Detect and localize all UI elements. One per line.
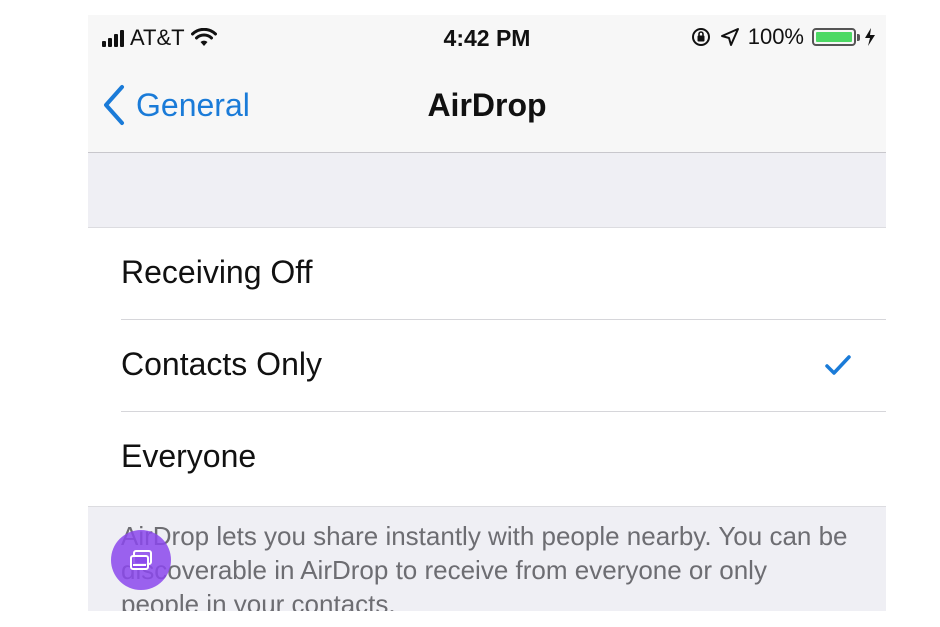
location-arrow-icon (720, 28, 739, 46)
charging-bolt-icon (865, 28, 875, 46)
battery-percent: 100% (747, 24, 804, 49)
option-label: Receiving Off (121, 254, 313, 290)
phone-screen: AT&T 4:42 PM 100% General AirDrop Receiv… (88, 15, 886, 611)
option-label: Contacts Only (121, 346, 322, 382)
page-title: AirDrop (427, 87, 547, 123)
battery-fill (816, 32, 852, 42)
orientation-lock-icon (691, 28, 710, 46)
airdrop-options-list: Receiving Off Contacts Only Everyone (88, 227, 886, 507)
option-everyone[interactable]: Everyone (88, 412, 886, 504)
window-stack-icon (130, 550, 152, 570)
floating-overlay-button[interactable] (111, 530, 171, 590)
option-receiving-off[interactable]: Receiving Off (88, 228, 886, 320)
checkmark-icon (825, 355, 851, 375)
status-right: 100% (690, 23, 876, 51)
option-contacts-only[interactable]: Contacts Only (88, 320, 886, 412)
airdrop-description: AirDrop lets you share instantly with pe… (121, 521, 848, 611)
option-label: Everyone (121, 438, 257, 474)
battery-icon (812, 28, 860, 46)
navigation-bar: General AirDrop (88, 61, 886, 153)
status-bar: AT&T 4:42 PM 100% (88, 15, 886, 61)
